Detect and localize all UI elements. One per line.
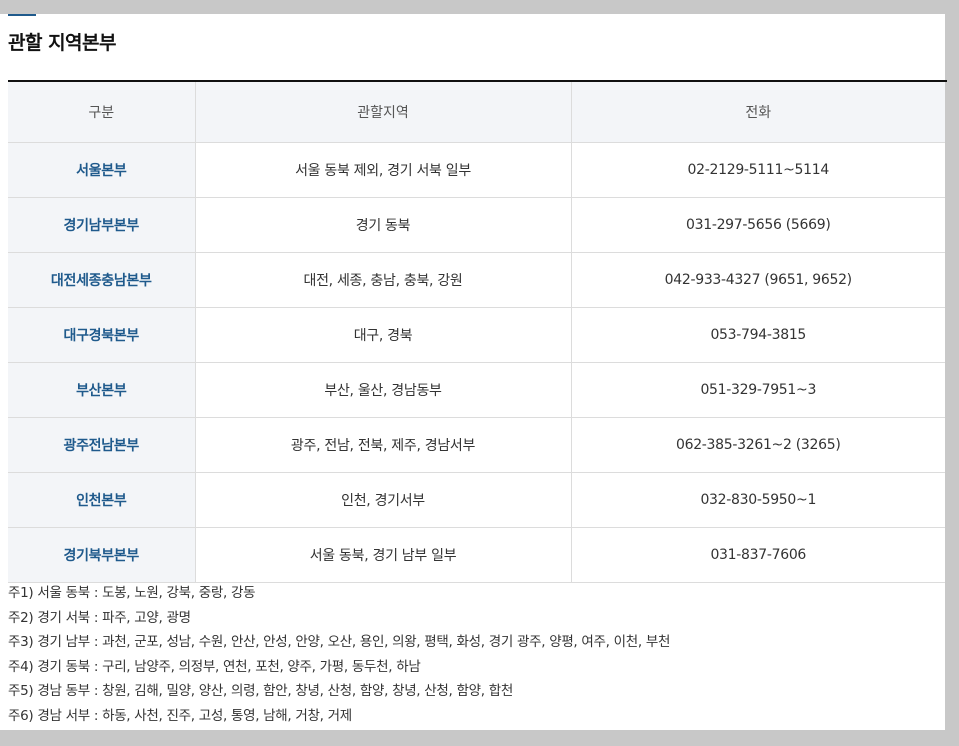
title-accent-bar	[8, 14, 36, 16]
office-phone: 042-933-4327 (9651, 9652)	[571, 252, 945, 308]
office-name: 대전세종충남본부	[8, 252, 196, 308]
footnote: 주5) 경남 동부 : 창원, 김해, 밀양, 양산, 의령, 함안, 창녕, …	[8, 683, 513, 700]
table-row: 대구경북본부 대구, 경북 053-794-3815	[8, 307, 945, 363]
table-row: 경기북부본부 서울 동북, 경기 남부 일부 031-837-7606	[8, 527, 945, 583]
office-name: 경기북부본부	[8, 527, 196, 583]
table-row: 서울본부 서울 동북 제외, 경기 서북 일부 02-2129-5111~511…	[8, 142, 945, 198]
office-name: 부산본부	[8, 362, 196, 418]
header-phone: 전화	[571, 82, 945, 143]
office-name: 광주전남본부	[8, 417, 196, 473]
office-region: 광주, 전남, 전북, 제주, 경남서부	[195, 417, 572, 473]
header-region: 관할지역	[195, 82, 572, 143]
header-category: 구분	[8, 82, 196, 143]
office-name: 서울본부	[8, 142, 196, 198]
table-header-row: 구분 관할지역 전화	[8, 82, 945, 143]
office-region: 서울 동북 제외, 경기 서북 일부	[195, 142, 572, 198]
office-phone: 031-837-7606	[571, 527, 945, 583]
table-row: 경기남부본부 경기 동북 031-297-5656 (5669)	[8, 197, 945, 253]
table-row: 부산본부 부산, 울산, 경남동부 051-329-7951~3	[8, 362, 945, 418]
office-phone: 032-830-5950~1	[571, 472, 945, 528]
office-phone: 051-329-7951~3	[571, 362, 945, 418]
footnote: 주4) 경기 동북 : 구리, 남양주, 의정부, 연천, 포천, 양주, 가평…	[8, 658, 421, 675]
table-row: 인천본부 인천, 경기서부 032-830-5950~1	[8, 472, 945, 528]
office-name: 인천본부	[8, 472, 196, 528]
office-phone: 053-794-3815	[571, 307, 945, 363]
footnotes: 주1) 서울 동북 : 도봉, 노원, 강북, 중랑, 강동 주2) 경기 서북…	[8, 581, 670, 729]
office-name: 경기남부본부	[8, 197, 196, 253]
footnote: 주3) 경기 남부 : 과천, 군포, 성남, 수원, 안산, 안성, 안양, …	[8, 634, 671, 651]
office-phone: 062-385-3261~2 (3265)	[571, 417, 945, 473]
office-region: 경기 동북	[195, 197, 572, 253]
table-row: 대전세종충남본부 대전, 세종, 충남, 충북, 강원 042-933-4327…	[8, 252, 945, 308]
office-phone: 02-2129-5111~5114	[571, 142, 945, 198]
footnote: 주1) 서울 동북 : 도봉, 노원, 강북, 중랑, 강동	[8, 585, 256, 601]
office-region: 서울 동북, 경기 남부 일부	[195, 527, 572, 583]
office-name: 대구경북본부	[8, 307, 196, 363]
office-region: 부산, 울산, 경남동부	[195, 362, 572, 418]
content-panel: 관할 지역본부 구분 관할지역 전화 서울본부 서울 동북 제외, 경기 서북 …	[0, 14, 947, 730]
office-phone: 031-297-5656 (5669)	[571, 197, 945, 253]
footnote: 주2) 경기 서북 : 파주, 고양, 광명	[8, 609, 191, 626]
footnote: 주6) 경남 서부 : 하동, 사천, 진주, 고성, 통영, 남해, 거창, …	[8, 707, 352, 724]
table-row: 광주전남본부 광주, 전남, 전북, 제주, 경남서부 062-385-3261…	[8, 417, 945, 473]
office-region: 대전, 세종, 충남, 충북, 강원	[195, 252, 572, 308]
office-region: 인천, 경기서부	[195, 472, 572, 528]
office-region: 대구, 경북	[195, 307, 572, 363]
region-table: 구분 관할지역 전화 서울본부 서울 동북 제외, 경기 서북 일부 02-21…	[8, 82, 945, 583]
page-title: 관할 지역본부	[8, 32, 117, 54]
